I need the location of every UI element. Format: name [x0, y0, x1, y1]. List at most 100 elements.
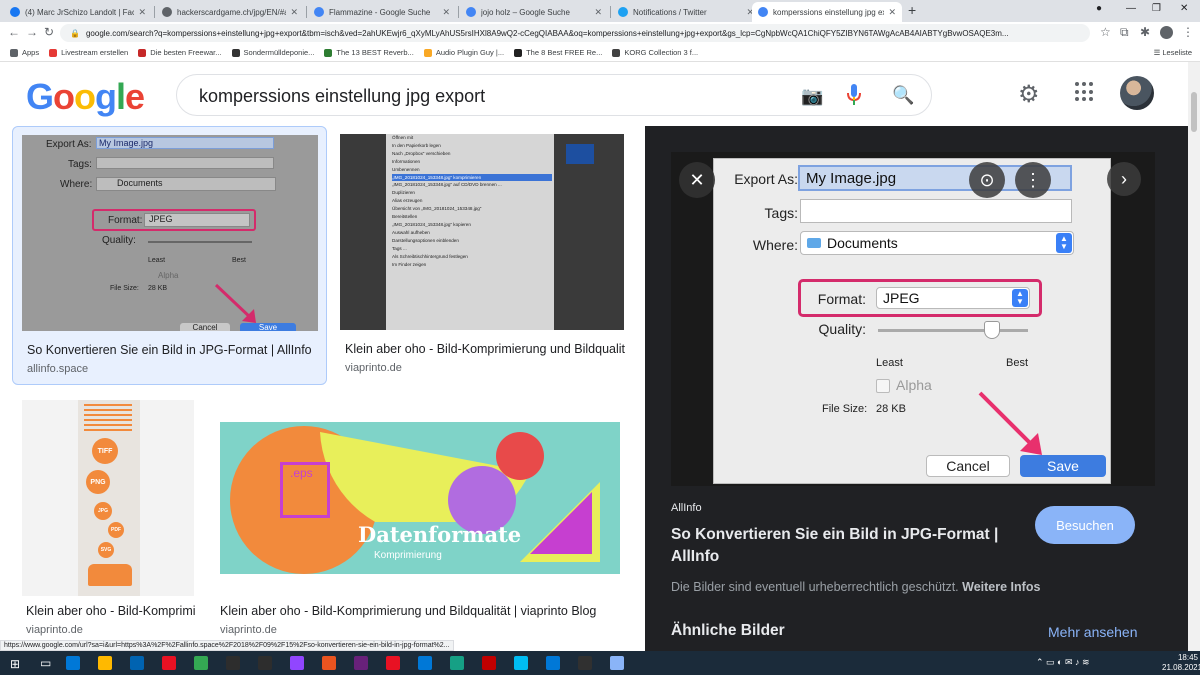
bookmark-audio-plugin-guy[interactable]: Audio Plugin Guy |...: [423, 48, 504, 57]
extensions-icon[interactable]: ⧉: [1120, 25, 1129, 40]
taskbar-app-icon[interactable]: [546, 656, 560, 670]
result-source[interactable]: viaprinto.de: [220, 624, 277, 636]
browser-tab-bar: (4) Marc JrSchizo Landolt | Facebook✕ ha…: [0, 0, 1200, 22]
search-input[interactable]: [199, 83, 759, 109]
tab-facebook[interactable]: (4) Marc JrSchizo Landolt | Facebook✕: [4, 2, 152, 22]
task-view-icon[interactable]: ▭: [40, 656, 51, 670]
bookmark-best-free[interactable]: The 8 Best FREE Re...: [514, 48, 602, 57]
taskbar-app-icon[interactable]: [98, 656, 112, 670]
result-thumbnail[interactable]: .eps Datenformate Komprimierung: [216, 400, 624, 596]
reload-icon[interactable]: ↻: [44, 25, 54, 39]
result-card-viaprinto-2[interactable]: TIFF PNG JPG PDF SVG Klein aber oho - Bi…: [22, 398, 200, 651]
profile-avatar-icon[interactable]: [1160, 26, 1173, 39]
taskbar-app-icon[interactable]: [514, 656, 528, 670]
bookmark-sondermuell[interactable]: Sondermülldeponie...: [231, 48, 314, 57]
tab-flammazine[interactable]: Flammazine - Google Suche ✕: [308, 2, 456, 22]
site-icon: [324, 48, 333, 57]
context-menu-item: Öffnen mit: [392, 135, 414, 140]
reading-list-button[interactable]: ☰ Leseliste: [1154, 48, 1192, 57]
close-tab-icon[interactable]: ✕: [888, 7, 896, 18]
tab-jojo-holz[interactable]: jojo holz – Google Suche ✕: [460, 2, 608, 22]
close-tab-icon[interactable]: ✕: [594, 7, 602, 18]
taskbar-app-icon[interactable]: [258, 656, 272, 670]
result-card-viaprinto-1[interactable]: Öffnen mit In den Papierkorb legen Nach „D…: [340, 126, 630, 385]
lens-search-icon[interactable]: ⊙: [969, 162, 1005, 198]
search-icon[interactable]: 🔍: [892, 85, 914, 106]
result-thumbnail[interactable]: Export As: My Image.jpg Tags: Where: Doc…: [22, 135, 318, 331]
result-title[interactable]: Klein aber oho - Bild-Komprimierung und …: [345, 342, 625, 356]
close-preview-icon[interactable]: ✕: [679, 162, 715, 198]
preview-image[interactable]: Export As: My Image.jpg Tags: Where: Doc…: [671, 152, 1155, 486]
taskbar-app-icon[interactable]: [578, 656, 592, 670]
result-source[interactable]: allinfo.space: [27, 363, 88, 375]
taskbar-app-icon[interactable]: [482, 656, 496, 670]
result-thumbnail[interactable]: Öffnen mit In den Papierkorb legen Nach „D…: [340, 134, 624, 330]
result-source[interactable]: viaprinto.de: [345, 362, 402, 374]
taskbar-app-icon[interactable]: [386, 656, 400, 670]
taskbar-app-icon[interactable]: [130, 656, 144, 670]
taskbar-clock[interactable]: 18:45 21.08.2021: [1162, 653, 1200, 673]
more-options-icon[interactable]: ⋮: [1015, 162, 1051, 198]
next-image-icon[interactable]: ›: [1107, 162, 1141, 196]
result-source[interactable]: viaprinto.de: [26, 624, 83, 636]
microphone-icon[interactable]: [847, 84, 861, 106]
taskbar-app-icon[interactable]: [194, 656, 208, 670]
result-card-allinfo[interactable]: Export As: My Image.jpg Tags: Where: Doc…: [12, 126, 327, 385]
windows-start-icon[interactable]: ⊞: [10, 657, 20, 671]
new-tab-button[interactable]: +: [908, 2, 916, 18]
taskbar-app-icon[interactable]: [450, 656, 464, 670]
taskbar-app-icon[interactable]: [322, 656, 336, 670]
address-bar[interactable]: 🔒 google.com/search?q=komperssions+einste…: [60, 24, 1090, 42]
bookmark-reverb[interactable]: The 13 BEST Reverb...: [324, 48, 414, 57]
puzzle-icon[interactable]: ✱: [1140, 25, 1150, 39]
bookmark-freeware[interactable]: Die besten Freewar...: [138, 48, 222, 57]
gear-icon[interactable]: ⚙: [1018, 80, 1040, 109]
result-title[interactable]: Klein aber oho - Bild-Komprimierung und …: [26, 604, 196, 618]
taskbar-app-icon[interactable]: [610, 656, 624, 670]
alpha-checkbox: [876, 379, 890, 393]
bookmark-apps[interactable]: Apps: [10, 48, 39, 57]
result-title[interactable]: So Konvertieren Sie ein Bild in JPG-Form…: [27, 343, 319, 357]
image-preview-panel: Export As: My Image.jpg Tags: Where: Doc…: [645, 126, 1188, 651]
taskbar-app-icon[interactable]: [418, 656, 432, 670]
close-window-button[interactable]: ✕: [1180, 3, 1188, 14]
see-more-link[interactable]: Mehr ansehen: [1048, 624, 1138, 640]
result-thumbnail[interactable]: TIFF PNG JPG PDF SVG: [22, 400, 194, 596]
taskbar-app-icon[interactable]: [66, 656, 80, 670]
taskbar-app-icon[interactable]: [162, 656, 176, 670]
copyright-notice: Die Bilder sind eventuell urheberrechtli…: [671, 580, 959, 594]
close-tab-icon[interactable]: ✕: [290, 7, 298, 18]
result-card-viaprinto-3[interactable]: .eps Datenformate Komprimierung Klein ab…: [216, 398, 628, 651]
preview-source[interactable]: AllInfo: [671, 502, 702, 514]
visit-button[interactable]: Besuchen: [1035, 506, 1135, 544]
page-scrollbar[interactable]: [1188, 62, 1200, 651]
profile-indicator-icon[interactable]: ●: [1096, 3, 1102, 14]
browser-menu-icon[interactable]: ⋮: [1182, 25, 1194, 39]
back-arrow-icon[interactable]: ←: [8, 25, 20, 39]
google-apps-icon[interactable]: [1075, 82, 1095, 102]
system-tray-icons[interactable]: ⌃ ▭ ◐ ✉ ♪ ≋: [1036, 657, 1090, 668]
forward-arrow-icon[interactable]: →: [26, 25, 38, 39]
tab-hackerscardgame[interactable]: hackerscardgame.ch/jpg/EN/#a1 ✕: [156, 2, 304, 22]
more-info-link[interactable]: Weitere Infos: [962, 580, 1040, 594]
preview-title[interactable]: So Konvertieren Sie ein Bild in JPG-Form…: [671, 524, 1011, 568]
bookmark-livestream[interactable]: Livestream erstellen: [49, 48, 128, 57]
star-icon[interactable]: ☆: [1100, 25, 1111, 39]
taskbar-app-icon[interactable]: [354, 656, 368, 670]
taskbar-app-icon[interactable]: [290, 656, 304, 670]
maximize-button[interactable]: ❐: [1152, 3, 1161, 14]
taskbar-app-icon[interactable]: [226, 656, 240, 670]
site-icon: [514, 48, 523, 57]
close-tab-icon[interactable]: ✕: [138, 7, 146, 18]
tab-twitter[interactable]: Notifications / Twitter ✕: [612, 2, 760, 22]
tab-active-search[interactable]: komperssions einstellung jpg export✕: [752, 2, 902, 22]
google-logo[interactable]: Google: [26, 76, 145, 118]
scrollbar-thumb[interactable]: [1191, 92, 1197, 132]
camera-icon[interactable]: 📷: [801, 86, 823, 107]
browser-toolbar: ← → ↻ 🔒 google.com/search?q=komperssions+…: [0, 22, 1200, 44]
bookmark-korg[interactable]: KORG Collection 3 f...: [612, 48, 698, 57]
close-tab-icon[interactable]: ✕: [442, 7, 450, 18]
minimize-button[interactable]: —: [1126, 3, 1136, 14]
result-title[interactable]: Klein aber oho - Bild-Komprimierung und …: [220, 604, 624, 618]
account-avatar[interactable]: [1120, 76, 1154, 110]
